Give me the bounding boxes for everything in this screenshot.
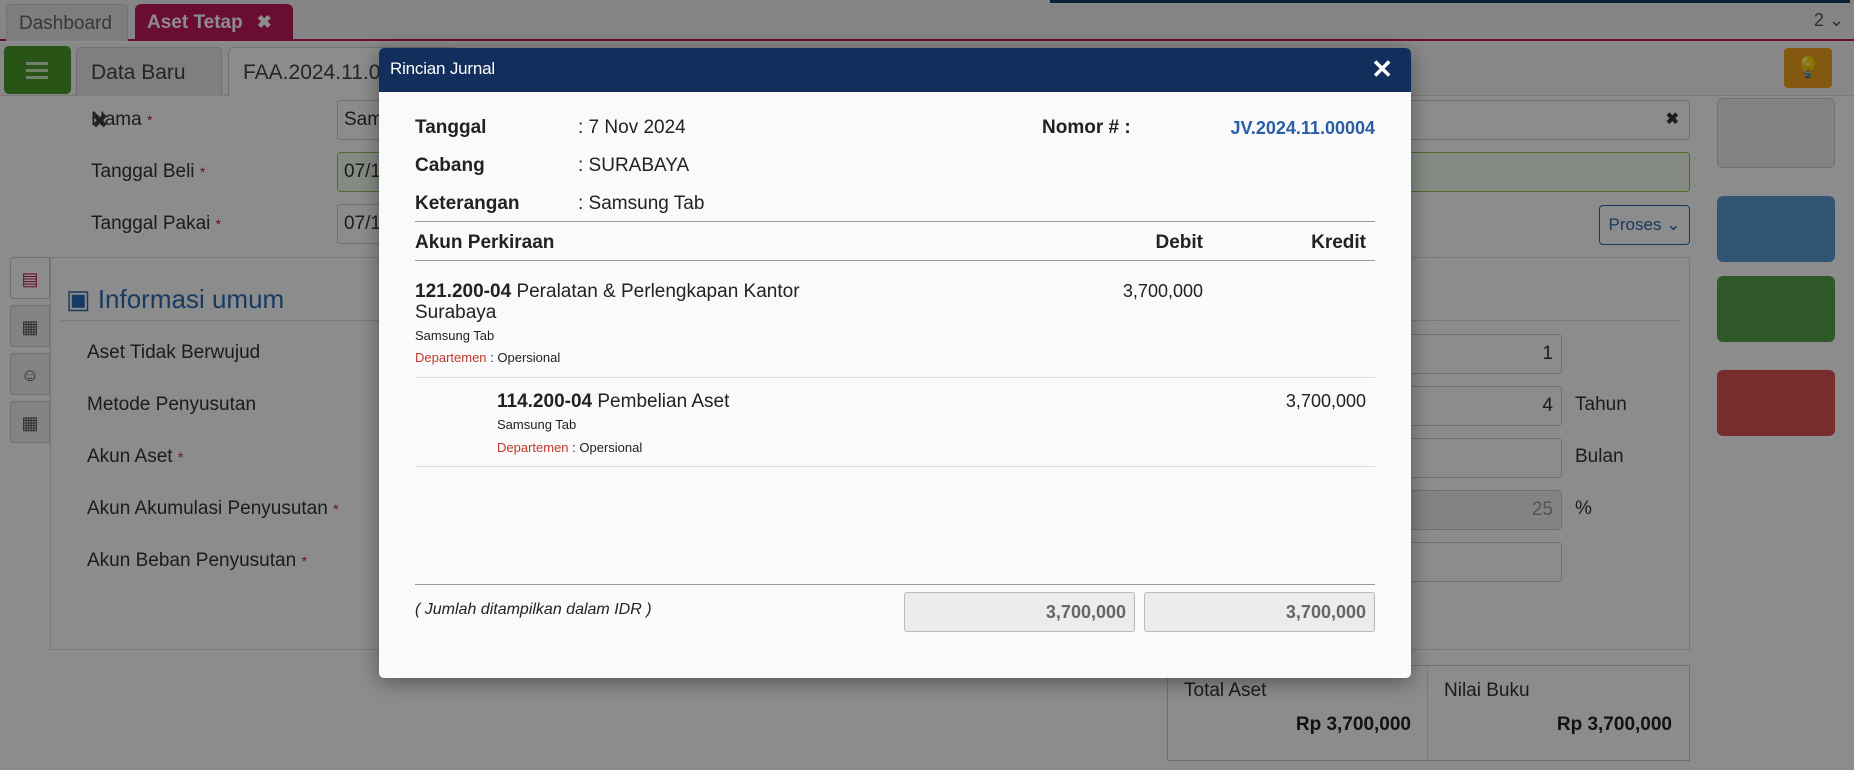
nomor-value: JV.2024.11.00004 <box>1230 118 1376 138</box>
total-kredit-field: 3,700,000 <box>1144 592 1375 632</box>
currency-note: ( Jumlah ditampilkan dalam IDR ) <box>415 601 652 618</box>
journal-line-description: Samsung Tab <box>415 328 495 343</box>
table-header-rule <box>415 260 1375 261</box>
tanggal-label: Tanggal <box>415 117 487 138</box>
tanggal-value: : 7 Nov 2024 <box>578 117 686 138</box>
modal-title: Rincian Jurnal <box>390 59 495 78</box>
cabang-value: : SURABAYA <box>578 155 690 176</box>
nomor-label: Nomor # : <box>1042 117 1131 138</box>
totals-rule <box>415 584 1375 585</box>
rincian-jurnal-modal: Rincian Jurnal ✕ Tanggal : 7 Nov 2024 Ca… <box>379 48 1411 678</box>
row-divider <box>415 377 1375 378</box>
journal-line-description: Samsung Tab <box>497 417 577 432</box>
keterangan-label: Keterangan <box>415 193 520 214</box>
modal-header: Rincian Jurnal ✕ <box>379 48 1411 92</box>
total-debit-field: 3,700,000 <box>904 592 1135 632</box>
journal-line-account: 121.200-04 Peralatan & Perlengkapan Kant… <box>415 281 800 323</box>
cabang-label: Cabang <box>415 155 485 176</box>
column-akun-perkiraan: Akun Perkiraan <box>415 232 555 253</box>
row-divider <box>415 466 1375 467</box>
journal-line-department: Departemen : Opersional <box>415 350 561 365</box>
keterangan-value: : Samsung Tab <box>578 193 705 214</box>
journal-line-kredit: 3,700,000 <box>1285 391 1366 411</box>
journal-line-debit: 3,700,000 <box>1122 281 1203 301</box>
column-debit: Debit <box>1155 232 1204 253</box>
table-top-rule <box>415 221 1375 222</box>
column-kredit: Kredit <box>1311 232 1366 253</box>
journal-line-account: 114.200-04 Pembelian Aset <box>497 391 730 412</box>
close-icon[interactable]: ✕ <box>1371 55 1393 83</box>
journal-line-department: Departemen : Opersional <box>497 440 643 455</box>
